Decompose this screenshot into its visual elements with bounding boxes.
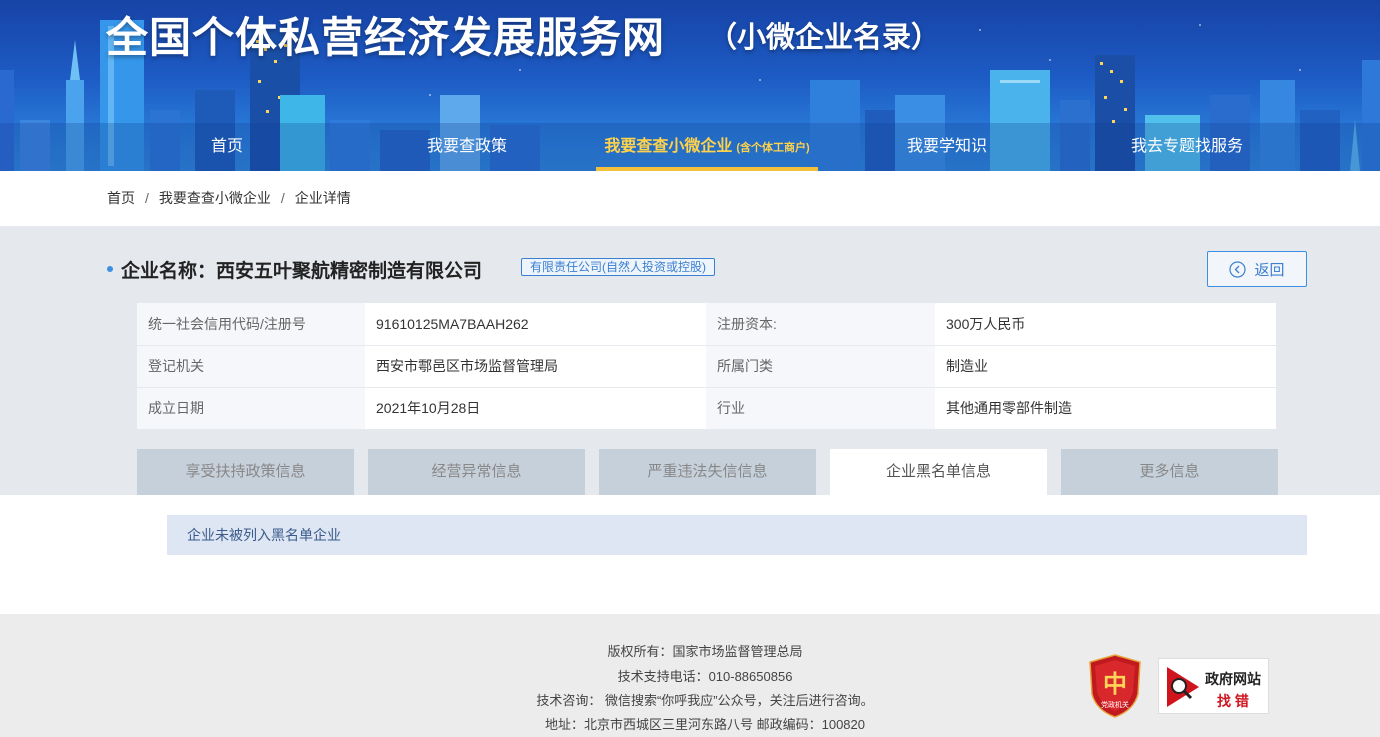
breadcrumb-separator: / [145,190,149,206]
back-arrow-circle-icon [1229,260,1247,278]
site-subtitle: （小微企业名录） [708,22,941,54]
nav-item-services[interactable]: 我去专题找服务 [1122,123,1252,171]
nav-item-label: 我要查政策 [426,138,507,155]
info-value: 2021年10月28日 [365,387,706,429]
company-name-label: 企业名称： [121,261,217,282]
tab-more-info[interactable]: 更多信息 [1061,449,1278,495]
tab-serious-violation[interactable]: 严重违法失信信息 [599,449,816,495]
nav-active-indicator [596,167,818,171]
info-value: 91610125MA7BAAH262 [365,303,706,346]
bullet-dot-icon [107,266,113,272]
breadcrumb: 首页 / 我要查查小微企业 / 企业详情 [107,188,351,208]
breadcrumb-current: 企业详情 [294,190,351,206]
nav-item-label: 我要查查小微企业 [604,138,733,155]
company-name-value: 西安五叶聚航精密制造有限公司 [216,261,483,282]
breadcrumb-home[interactable]: 首页 [107,190,135,206]
table-row: 统一社会信用代码/注册号 91610125MA7BAAH262 注册资本: 30… [137,303,1276,346]
info-tabs: 享受扶持政策信息 经营异常信息 严重违法失信信息 企业黑名单信息 更多信息 [137,449,1278,495]
info-label: 统一社会信用代码/注册号 [137,303,365,346]
nav-item-knowledge[interactable]: 我要学知识 [897,123,997,171]
magnifier-flag-icon [1167,667,1199,707]
table-row: 成立日期 2021年10月28日 行业 其他通用零部件制造 [137,387,1276,429]
site-header: 全国个体私营经济发展服务网 （小微企业名录） 首页 我要查政策 我要查查小微企业… [0,0,1380,171]
tab-support-policy[interactable]: 享受扶持政策信息 [137,449,354,495]
company-name-heading: 企业名称：西安五叶聚航精密制造有限公司 [121,256,482,283]
nav-item-label: 我去专题找服务 [1130,138,1243,155]
back-button-label: 返回 [1254,261,1285,279]
info-label: 注册资本: [706,303,935,346]
svg-text:中: 中 [1103,670,1127,698]
company-info-table: 统一社会信用代码/注册号 91610125MA7BAAH262 注册资本: 30… [137,303,1276,429]
nav-item-label: 首页 [210,138,243,155]
info-value: 300万人民币 [935,303,1276,346]
party-government-emblem-icon[interactable]: 中 党政机关 [1088,654,1142,718]
main-nav: 首页 我要查政策 我要查查小微企业 (含个体工商户) 我要学知识 我去专题找服务 [0,123,1380,171]
breadcrumb-separator: / [280,190,285,206]
site-title: 全国个体私营经济发展服务网 [106,14,666,61]
info-label: 所属门类 [706,345,935,388]
footer-address: 地址：北京市西城区三里河东路八号 邮政编码：100820 [545,717,865,732]
blacklist-result: 企业未被列入黑名单企业 [167,515,1307,555]
info-label: 行业 [706,387,935,429]
svg-text:党政机关: 党政机关 [1101,700,1129,709]
table-row: 登记机关 西安市鄠邑区市场监督管理局 所属门类 制造业 [137,345,1276,388]
nav-item-home[interactable]: 首页 [195,123,259,171]
info-label: 成立日期 [137,387,365,429]
info-label: 登记机关 [137,345,365,388]
gov-badge-subtitle: 找 错 [1217,693,1249,709]
nav-item-policy[interactable]: 我要查政策 [417,123,517,171]
info-value: 其他通用零部件制造 [935,387,1276,429]
gov-badge-title: 政府网站 [1205,671,1261,687]
tab-abnormal-operation[interactable]: 经营异常信息 [368,449,585,495]
nav-item-note: (含个体工商户) [736,142,810,154]
back-button[interactable]: 返回 [1207,251,1307,287]
tab-blacklist[interactable]: 企业黑名单信息 [830,449,1047,495]
nav-item-label: 我要学知识 [906,138,987,155]
info-value: 西安市鄠邑区市场监督管理局 [365,345,706,388]
gov-website-error-report-badge[interactable]: 政府网站 找 错 [1158,658,1269,714]
nav-item-search-enterprise[interactable]: 我要查查小微企业 (含个体工商户) [596,123,818,171]
breadcrumb-search[interactable]: 我要查查小微企业 [159,190,271,206]
company-type-badge: 有限责任公司(自然人投资或控股) [521,258,715,276]
info-value: 制造业 [935,345,1276,388]
